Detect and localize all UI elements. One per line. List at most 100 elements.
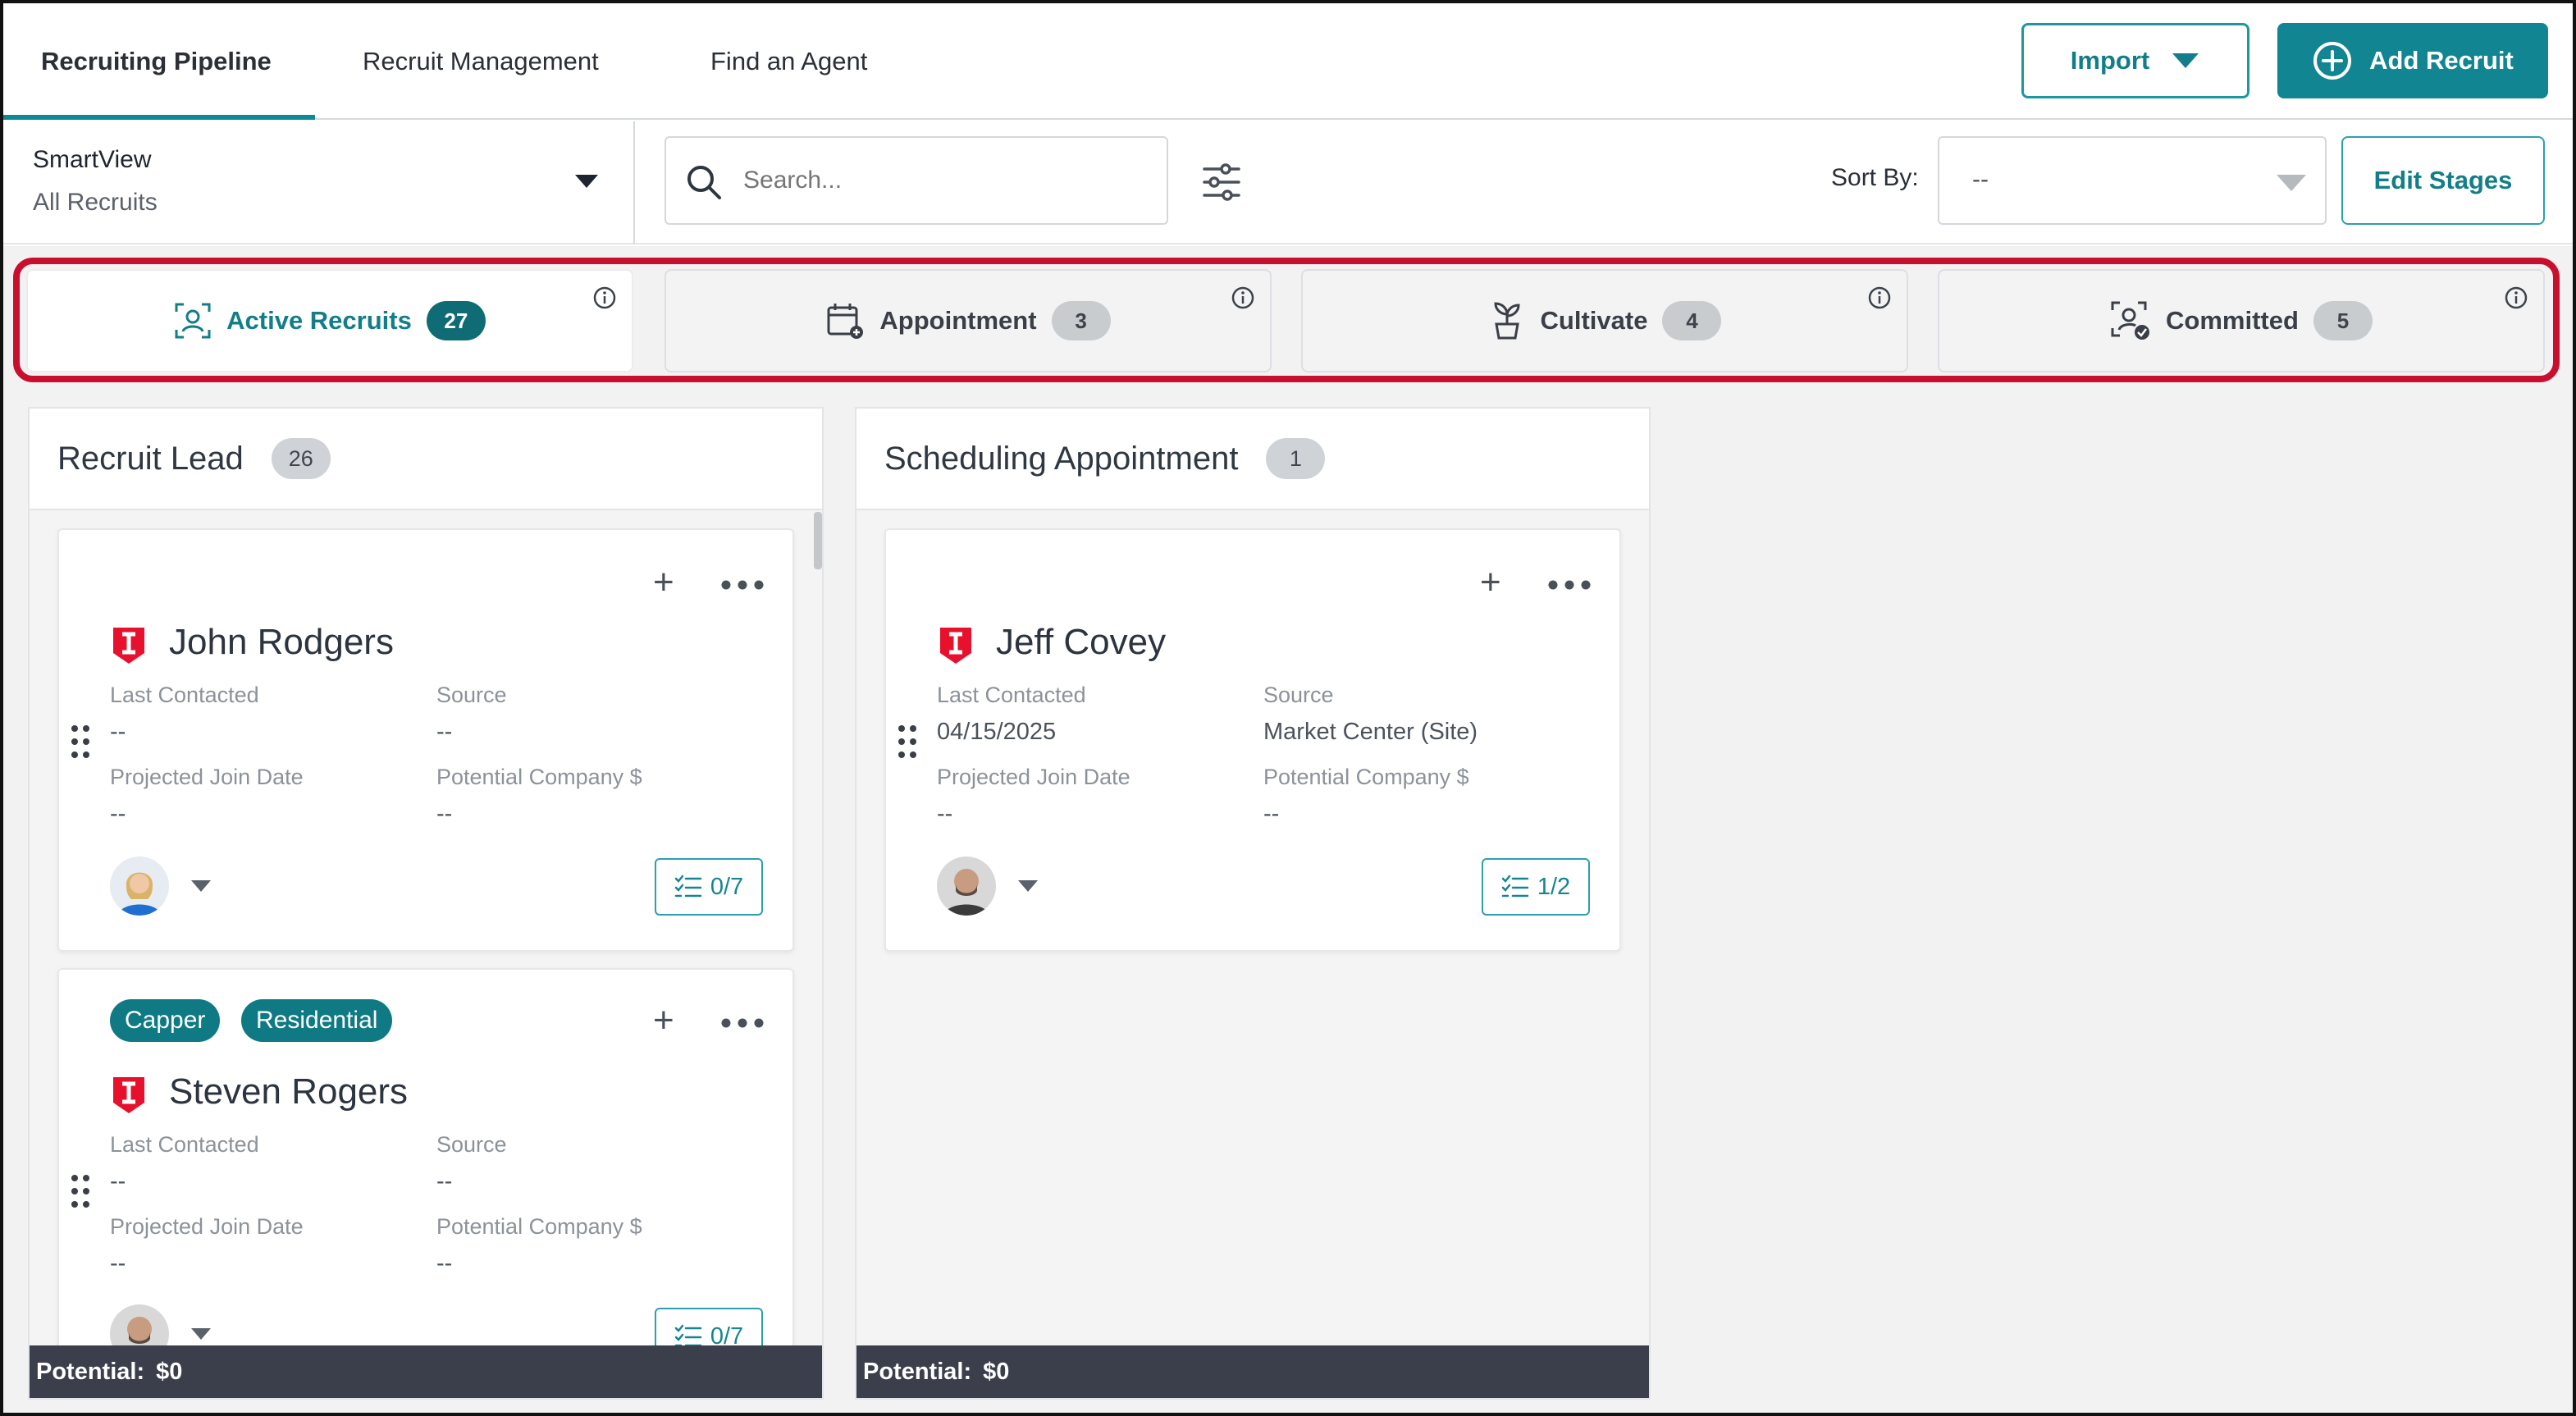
add-recruit-label: Add Recruit <box>2369 46 2514 75</box>
search-box <box>665 136 1168 225</box>
caret-down-icon[interactable] <box>1017 879 1039 893</box>
add-icon[interactable]: + <box>653 564 674 601</box>
users-icon <box>175 303 211 339</box>
drag-handle-icon[interactable] <box>896 724 919 760</box>
potential-company-value: -- <box>436 801 453 827</box>
tasks-button[interactable]: 0/7 <box>655 858 763 916</box>
potential-label: Potential: <box>36 1358 145 1385</box>
caret-down-icon[interactable] <box>190 879 212 893</box>
avatar[interactable] <box>937 856 996 916</box>
info-icon[interactable] <box>592 285 617 310</box>
avatar[interactable] <box>110 856 169 916</box>
smartview-dropdown[interactable]: SmartView All Recruits <box>3 121 635 244</box>
last-contacted-value: -- <box>110 1168 126 1194</box>
column-footer: Potential: $0 <box>30 1345 822 1398</box>
avatar-woman-icon <box>110 856 169 916</box>
pipeline-column-scheduling-appointment: Scheduling Appointment 1 + Jeff Covey La… <box>855 407 1651 1400</box>
add-recruit-button[interactable]: Add Recruit <box>2277 23 2548 98</box>
checklist-icon <box>674 875 702 898</box>
plant-icon <box>1494 302 1520 340</box>
sort-by-value: -- <box>1972 166 1989 193</box>
tab-recruit-management[interactable]: Recruit Management <box>363 3 599 120</box>
avatar-man-icon <box>937 856 996 916</box>
join-date-label: Projected Join Date <box>110 1214 304 1239</box>
column-title: Recruit Lead <box>57 440 244 477</box>
filter-sliders-icon[interactable] <box>1201 162 1242 202</box>
tab-find-an-agent[interactable]: Find an Agent <box>710 3 867 120</box>
last-contacted-value: -- <box>110 719 126 745</box>
info-icon[interactable] <box>1231 285 1255 310</box>
stage-count-badge: 27 <box>426 301 486 340</box>
join-date-label: Projected Join Date <box>937 765 1130 789</box>
info-icon[interactable] <box>1867 285 1892 310</box>
column-footer: Potential: $0 <box>856 1345 1649 1398</box>
source-label: Source <box>1263 683 1334 707</box>
recruit-card[interactable]: + John Rodgers Last Contacted -- Source … <box>57 528 794 952</box>
last-contacted-label: Last Contacted <box>110 1132 259 1157</box>
add-icon[interactable]: + <box>1480 564 1501 601</box>
caret-down-icon[interactable] <box>190 1327 212 1341</box>
column-scrollbar[interactable] <box>814 512 822 569</box>
toolbar: SmartView All Recruits Sort By: -- Edit … <box>3 121 2573 244</box>
calendar-icon <box>827 304 864 339</box>
brand-shield-icon <box>113 1077 144 1113</box>
stage-count-badge: 3 <box>1051 301 1111 340</box>
recruit-name[interactable]: Jeff Covey <box>996 622 1166 663</box>
stage-tab-appointment[interactable]: Appointment 3 <box>665 269 1272 372</box>
caret-down-icon <box>575 175 598 188</box>
recruit-name[interactable]: Steven Rogers <box>169 1071 408 1112</box>
potential-value: $0 <box>983 1358 1010 1385</box>
search-icon <box>687 166 721 199</box>
tasks-count: 1/2 <box>1537 873 1571 900</box>
stage-tab-active-recruits[interactable]: Active Recruits 27 <box>26 269 633 372</box>
tag-chip: Capper <box>110 999 221 1042</box>
stage-label: Committed <box>2166 306 2299 335</box>
source-value: -- <box>436 719 453 745</box>
active-tab-indicator <box>3 115 315 120</box>
stage-count-badge: 5 <box>2313 301 2373 340</box>
app-window: Recruiting Pipeline Recruit Management F… <box>0 0 2576 1416</box>
recruit-card[interactable]: Capper Residential + Steven Rogers Last … <box>57 968 794 1365</box>
more-options-icon[interactable] <box>720 579 765 591</box>
source-value: -- <box>436 1168 453 1194</box>
column-header: Recruit Lead 26 <box>30 409 822 510</box>
brand-shield-icon <box>940 628 971 664</box>
drag-handle-icon[interactable] <box>69 724 92 760</box>
sort-by-select[interactable]: -- <box>1938 136 2327 225</box>
join-date-value: -- <box>110 801 126 827</box>
source-value: Market Center (Site) <box>1263 719 1478 745</box>
tasks-button[interactable]: 1/2 <box>1482 858 1590 916</box>
potential-company-label: Potential Company $ <box>436 1214 642 1239</box>
caret-down-icon <box>2172 53 2199 68</box>
edit-stages-button[interactable]: Edit Stages <box>2341 136 2545 225</box>
potential-company-label: Potential Company $ <box>436 765 642 789</box>
add-icon[interactable]: + <box>653 1003 674 1039</box>
last-contacted-value: 04/15/2025 <box>937 719 1057 745</box>
potential-company-value: -- <box>436 1250 453 1277</box>
pipeline-column-recruit-lead: Recruit Lead 26 + John Rodgers Last Cont… <box>28 407 824 1400</box>
potential-label: Potential: <box>863 1358 972 1385</box>
smartview-label: SmartView <box>33 146 152 173</box>
more-options-icon[interactable] <box>720 1017 765 1029</box>
stage-label: Cultivate <box>1540 306 1648 335</box>
tab-recruiting-pipeline[interactable]: Recruiting Pipeline <box>41 3 272 120</box>
last-contacted-label: Last Contacted <box>110 683 259 707</box>
more-options-icon[interactable] <box>1547 579 1592 591</box>
last-contacted-label: Last Contacted <box>937 683 1086 707</box>
import-button[interactable]: Import <box>2021 23 2249 98</box>
column-count-badge: 1 <box>1266 438 1326 479</box>
stage-tab-committed[interactable]: Committed 5 <box>1938 269 2545 372</box>
info-icon[interactable] <box>2504 285 2528 310</box>
stage-label: Appointment <box>879 306 1037 335</box>
potential-company-value: -- <box>1263 801 1280 827</box>
tag-chip: Residential <box>241 999 393 1042</box>
recruit-card[interactable]: + Jeff Covey Last Contacted 04/15/2025 S… <box>884 528 1621 952</box>
join-date-value: -- <box>110 1250 126 1277</box>
stage-tab-cultivate[interactable]: Cultivate 4 <box>1301 269 1908 372</box>
import-label: Import <box>2070 46 2150 75</box>
column-title: Scheduling Appointment <box>884 440 1239 477</box>
stage-label: Active Recruits <box>226 306 412 335</box>
search-input[interactable] <box>743 156 1104 205</box>
drag-handle-icon[interactable] <box>69 1173 92 1209</box>
recruit-name[interactable]: John Rodgers <box>169 622 394 663</box>
